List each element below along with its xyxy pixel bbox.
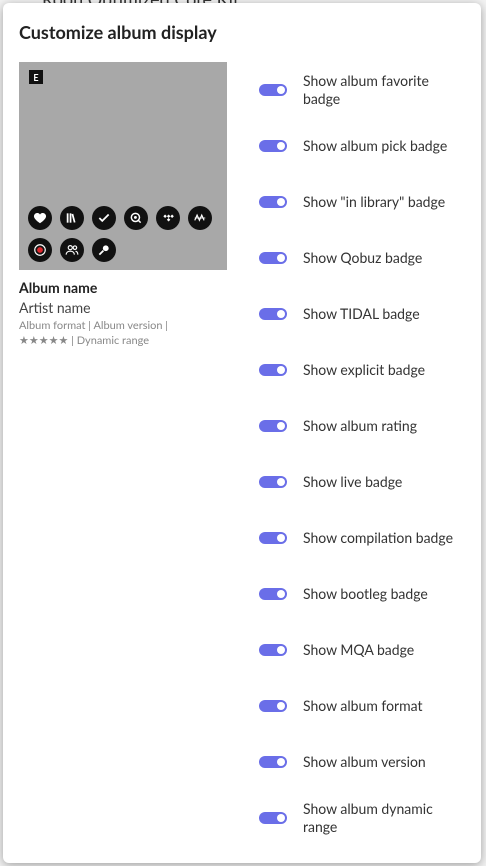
option-show-live-badge[interactable]: Show live badge (259, 462, 469, 502)
album-cover-preview: E (19, 62, 227, 270)
option-label: Show album version (303, 753, 426, 770)
option-label: Show TIDAL badge (303, 305, 420, 322)
toggle-switch[interactable] (259, 196, 287, 208)
check-icon (92, 206, 116, 230)
option-show-bootleg-badge[interactable]: Show bootleg badge (259, 574, 469, 614)
toggle-switch[interactable] (259, 420, 287, 432)
option-label: Show "in library" badge (303, 193, 446, 210)
option-show-tidal-badge[interactable]: Show TIDAL badge (259, 294, 469, 334)
library-icon (60, 206, 84, 230)
option-show-explicit-badge[interactable]: Show explicit badge (259, 350, 469, 390)
artist-name: Artist name (19, 299, 91, 316)
option-label: Show live badge (303, 473, 403, 490)
tidal-icon (156, 206, 180, 230)
option-label: Show Qobuz badge (303, 249, 423, 266)
option-show-album-format[interactable]: Show album format (259, 686, 469, 726)
toggle-switch[interactable] (259, 476, 287, 488)
option-label: Show album favorite badge (303, 72, 429, 107)
customize-album-display-dialog: Customize album display E Album name Art… (3, 3, 481, 863)
album-name: Album name (19, 279, 98, 296)
option-show-album-version[interactable]: Show album version (259, 742, 469, 782)
toggle-switch[interactable] (259, 364, 287, 376)
album-meta-line-1: Album format | Album version | (19, 319, 169, 332)
toggle-switch[interactable] (259, 812, 287, 824)
option-label: Show MQA badge (303, 641, 415, 658)
explicit-badge: E (29, 70, 43, 84)
option-show-album-dynamic-range[interactable]: Show album dynamic range (259, 798, 469, 838)
toggle-switch[interactable] (259, 308, 287, 320)
toggle-switch[interactable] (259, 700, 287, 712)
option-show-album-favorite-badge[interactable]: Show album favorite badge (259, 70, 469, 110)
option-label: Show explicit badge (303, 361, 426, 378)
live-icon (28, 238, 52, 262)
qobuz-icon (124, 206, 148, 230)
option-label: Show album dynamic range (303, 800, 433, 835)
bootleg-icon (92, 238, 116, 262)
heart-icon (28, 206, 52, 230)
option-show-album-pick-badge[interactable]: Show album pick badge (259, 126, 469, 166)
badge-row-bottom (28, 238, 116, 262)
option-show-album-rating[interactable]: Show album rating (259, 406, 469, 446)
option-show-in-library-badge[interactable]: Show "in library" badge (259, 182, 469, 222)
option-show-qobuz-badge[interactable]: Show Qobuz badge (259, 238, 469, 278)
option-label: Show compilation badge (303, 529, 453, 546)
toggle-switch[interactable] (259, 644, 287, 656)
option-label: Show album pick badge (303, 137, 448, 154)
badge-row-top (28, 206, 212, 230)
toggle-switch[interactable] (259, 756, 287, 768)
mqa-icon (188, 206, 212, 230)
option-label: Show bootleg badge (303, 585, 428, 602)
toggle-switch[interactable] (259, 252, 287, 264)
toggle-switch[interactable] (259, 532, 287, 544)
option-show-compilation-badge[interactable]: Show compilation badge (259, 518, 469, 558)
option-label: Show album rating (303, 417, 417, 434)
option-label: Show album format (303, 697, 423, 714)
toggle-switch[interactable] (259, 84, 287, 96)
toggle-switch[interactable] (259, 588, 287, 600)
dialog-title: Customize album display (19, 21, 217, 43)
option-show-mqa-badge[interactable]: Show MQA badge (259, 630, 469, 670)
album-meta-line-2: ★★★★★ | Dynamic range (19, 334, 150, 347)
compilation-icon (60, 238, 84, 262)
toggle-switch[interactable] (259, 140, 287, 152)
